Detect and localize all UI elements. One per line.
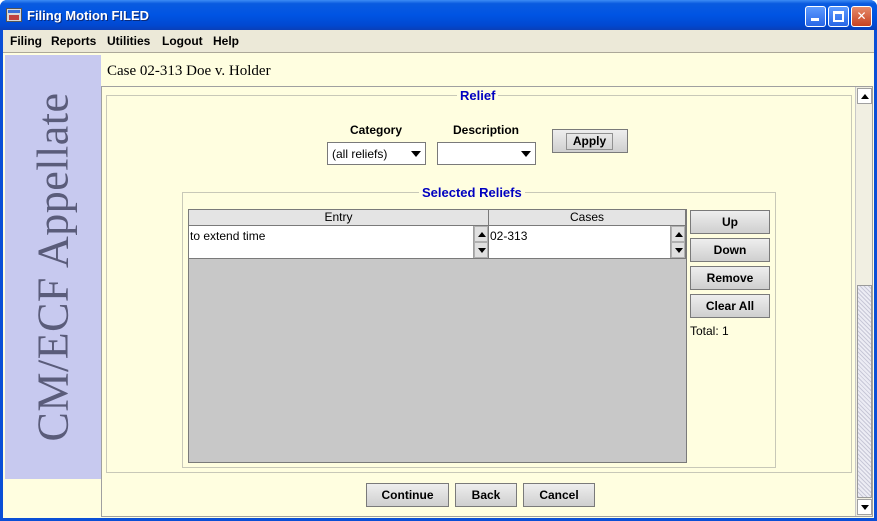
- scroll-down-button[interactable]: [474, 242, 488, 258]
- minimize-button[interactable]: [805, 6, 826, 27]
- menu-filing[interactable]: Filing: [10, 34, 42, 48]
- scroll-up-button[interactable]: [857, 88, 872, 104]
- title-bar[interactable]: Filing Motion FILED ✕: [0, 0, 877, 30]
- arrow-up-icon: [675, 232, 683, 237]
- arrow-down-icon: [675, 248, 683, 253]
- clear-all-button[interactable]: Clear All: [690, 294, 770, 318]
- menu-reports[interactable]: Reports: [51, 34, 96, 48]
- relief-heading: Relief: [457, 88, 499, 103]
- vertical-scrollbar[interactable]: [855, 87, 872, 516]
- menu-help[interactable]: Help: [213, 34, 239, 48]
- category-select[interactable]: (all reliefs): [327, 142, 426, 165]
- chevron-down-icon: [521, 151, 531, 157]
- app-icon: [6, 8, 22, 22]
- entry-cell: to extend time: [190, 229, 266, 243]
- table-row[interactable]: to extend time: [189, 226, 489, 259]
- apply-button[interactable]: Apply: [552, 129, 628, 153]
- menu-utilities[interactable]: Utilities: [107, 34, 150, 48]
- menu-bar: Filing Reports Utilities Logout Help: [3, 30, 874, 53]
- scroll-down-button[interactable]: [857, 499, 872, 515]
- arrow-down-icon: [861, 505, 869, 510]
- sidebar-branding: CM/ECF Appellate: [5, 55, 101, 479]
- selected-reliefs-panel: Selected Reliefs Entry Cases to extend t…: [182, 185, 776, 468]
- menu-logout[interactable]: Logout: [162, 34, 203, 48]
- cases-cell: 02-313: [490, 229, 528, 243]
- entry-cell-scrollbar[interactable]: [473, 226, 488, 258]
- arrow-up-icon: [861, 94, 869, 99]
- scroll-up-button[interactable]: [671, 226, 685, 242]
- apply-button-label: Apply: [566, 133, 613, 150]
- description-select[interactable]: [437, 142, 536, 165]
- case-title: Case 02-313 Doe v. Holder: [107, 63, 271, 79]
- window-title: Filing Motion FILED: [27, 8, 150, 23]
- category-selected-value: (all reliefs): [332, 147, 388, 161]
- table-row[interactable]: 02-313: [489, 226, 686, 259]
- description-label: Description: [453, 123, 520, 137]
- scroll-thumb[interactable]: [857, 285, 872, 498]
- cases-cell-scrollbar[interactable]: [670, 226, 685, 258]
- column-header-entry[interactable]: Entry: [189, 210, 489, 226]
- relief-panel: Relief Category (all reliefs) Descriptio…: [106, 88, 852, 473]
- close-button[interactable]: ✕: [851, 6, 872, 27]
- down-button[interactable]: Down: [690, 238, 770, 262]
- relief-scroll-pane: Relief Category (all reliefs) Descriptio…: [101, 86, 873, 517]
- total-count: Total: 1: [690, 324, 729, 338]
- selected-reliefs-table: Entry Cases to extend time 02-313: [188, 209, 687, 463]
- up-button[interactable]: Up: [690, 210, 770, 234]
- back-button[interactable]: Back: [455, 483, 517, 507]
- cancel-button[interactable]: Cancel: [523, 483, 595, 507]
- maximize-button[interactable]: [828, 6, 849, 27]
- category-label: Category: [350, 123, 403, 137]
- arrow-up-icon: [478, 232, 486, 237]
- selected-reliefs-heading: Selected Reliefs: [419, 185, 525, 200]
- scroll-up-button[interactable]: [474, 226, 488, 242]
- app-window: Filing Motion FILED ✕ Filing Reports Uti…: [0, 0, 877, 521]
- continue-button[interactable]: Continue: [366, 483, 449, 507]
- arrow-down-icon: [478, 248, 486, 253]
- scroll-down-button[interactable]: [671, 242, 685, 258]
- chevron-down-icon: [411, 151, 421, 157]
- client-area: Filing Reports Utilities Logout Help CM/…: [3, 30, 874, 518]
- remove-button[interactable]: Remove: [690, 266, 770, 290]
- main-content: CM/ECF Appellate Case 02-313 Doe v. Hold…: [3, 53, 874, 518]
- brand-logo-text: CM/ECF Appellate: [28, 92, 78, 442]
- column-header-cases[interactable]: Cases: [489, 210, 686, 226]
